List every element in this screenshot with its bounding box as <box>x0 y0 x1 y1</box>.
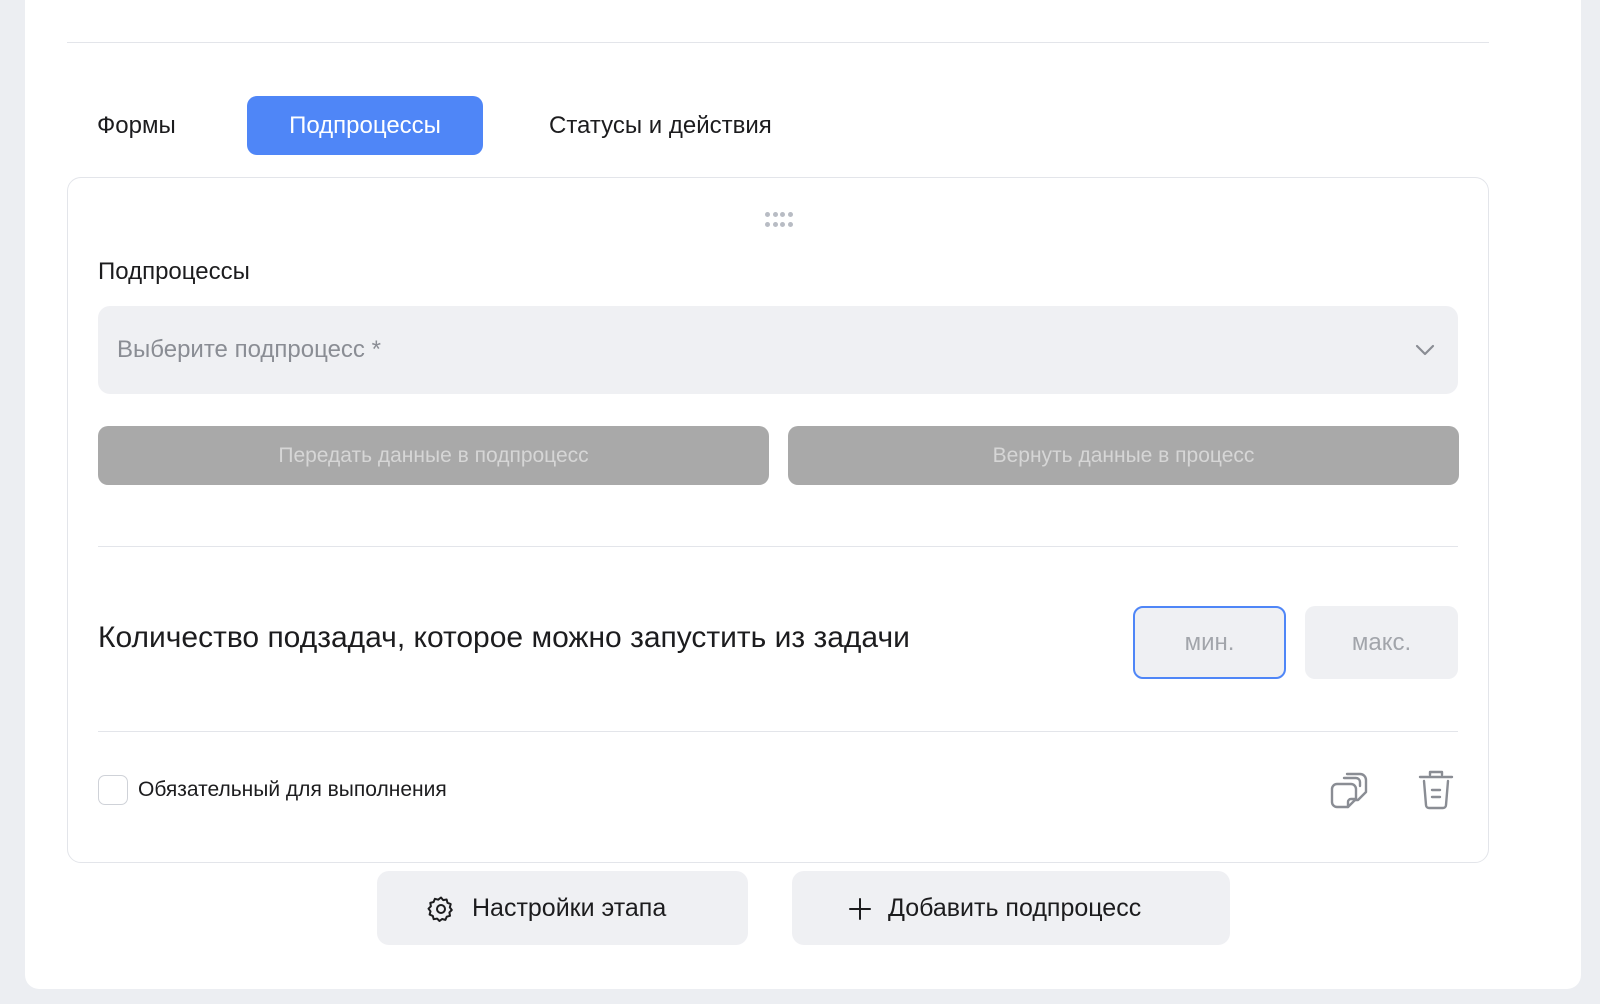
settings-button-label: Настройки этапа <box>472 894 667 922</box>
stage-settings-button[interactable]: Настройки этапа <box>377 871 748 945</box>
copy-icon[interactable] <box>1326 766 1372 812</box>
section-divider <box>67 42 1489 43</box>
tab-statuses-actions[interactable]: Статусы и действия <box>549 96 772 155</box>
required-label: Обязательный для выполнения <box>138 778 447 801</box>
pass-data-button[interactable]: Передать данные в подпроцесс <box>98 426 769 485</box>
chevron-down-icon <box>1415 344 1435 356</box>
trash-icon[interactable] <box>1413 766 1459 812</box>
card-divider <box>98 731 1458 732</box>
card-divider <box>98 546 1458 547</box>
return-data-button[interactable]: Вернуть данные в процесс <box>788 426 1459 485</box>
subtask-count-label: Количество подзадач, которое можно запус… <box>98 621 910 654</box>
subprocess-select[interactable]: Выберите подпроцесс * <box>98 306 1458 394</box>
select-placeholder: Выберите подпроцесс * <box>117 336 381 363</box>
tab-forms[interactable]: Формы <box>97 96 176 155</box>
card-title: Подпроцессы <box>98 258 250 285</box>
add-button-label: Добавить подпроцесс <box>888 894 1142 922</box>
max-count-input[interactable] <box>1305 606 1458 679</box>
drag-handle-icon[interactable] <box>765 212 793 230</box>
plus-icon <box>849 898 871 920</box>
tab-subprocesses[interactable]: Подпроцессы <box>247 96 483 155</box>
required-checkbox[interactable] <box>98 775 128 805</box>
add-subprocess-button[interactable]: Добавить подпроцесс <box>792 871 1230 945</box>
subprocess-card: Подпроцессы Выберите подпроцесс * Переда… <box>67 177 1489 863</box>
min-count-input[interactable] <box>1133 606 1286 679</box>
gear-icon <box>427 896 453 922</box>
